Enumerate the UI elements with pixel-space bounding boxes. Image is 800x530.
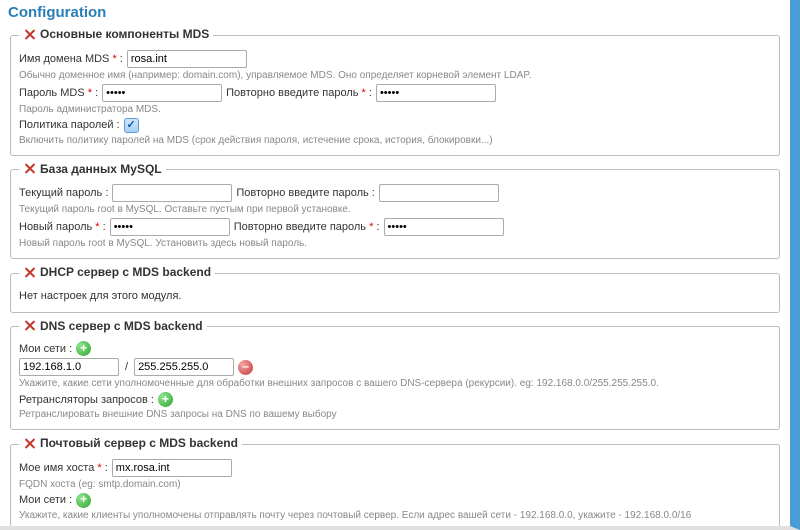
hint-mds-domain: Обычно доменное имя (например: domain.co… [19,70,771,82]
hint-dns-nets: Укажите, какие сети уполномоченные для о… [19,378,771,390]
section-mysql: База данных MySQL Текущий пароль : Повто… [10,162,780,260]
dhcp-empty-text: Нет настроек для этого модуля. [19,286,771,306]
legend-mds-core: Основные компоненты MDS [40,27,209,41]
label-mds-domain: Имя домена MDS * : [19,53,123,65]
label-mail-nets: Мои сети : [19,494,72,506]
hint-mysql-cur: Текущий пароль root в MySQL. Оставьте пу… [19,204,771,216]
page-title: Configuration [0,0,790,23]
add-icon[interactable] [76,493,91,508]
legend-dhcp: DHCP сервер с MDS backend [40,265,211,279]
hint-mds-pwd: Пароль администратора MDS. [19,104,771,116]
label-dns-nets: Мои сети : [19,343,72,355]
close-icon[interactable] [23,319,36,332]
section-dns: DNS сервер с MDS backend Мои сети : / Ук… [10,319,780,431]
label-pwd-policy: Политика паролей : [19,119,120,131]
label-mds-pwd-repeat: Повторно введите пароль * : [226,87,372,99]
checkbox-pwd-policy[interactable] [124,118,139,133]
input-mds-pwd-repeat[interactable] [376,84,496,102]
slash-separator: / [123,361,130,373]
input-mds-pwd[interactable] [102,84,222,102]
hint-pwd-policy: Включить политику паролей на MDS (срок д… [19,135,771,147]
section-mail: Почтовый сервер с MDS backend Мое имя хо… [10,436,780,530]
add-icon[interactable] [158,392,173,407]
label-mds-pwd: Пароль MDS * : [19,87,98,99]
label-mail-host: Мое имя хоста * : [19,462,108,474]
legend-mysql: База данных MySQL [40,162,162,176]
legend-dns: DNS сервер с MDS backend [40,319,203,333]
input-mysql-cur[interactable] [112,184,232,202]
input-mail-host[interactable] [112,459,232,477]
input-mds-domain[interactable] [127,50,247,68]
input-mysql-new-repeat[interactable] [384,218,504,236]
input-mysql-new[interactable] [110,218,230,236]
section-mds-core: Основные компоненты MDS Имя домена MDS *… [10,27,780,156]
close-icon[interactable] [23,28,36,41]
label-dns-relay: Ретрансляторы запросов : [19,394,154,406]
add-icon[interactable] [76,341,91,356]
label-mysql-new-repeat: Повторно введите пароль * : [234,221,380,233]
input-mysql-cur-repeat[interactable] [379,184,499,202]
legend-mail: Почтовый сервер с MDS backend [40,436,238,450]
section-dhcp: DHCP сервер с MDS backend Нет настроек д… [10,265,780,313]
label-mysql-new: Новый пароль * : [19,221,106,233]
remove-icon[interactable] [238,360,253,375]
hint-mysql-new: Новый пароль root в MySQL. Установить зд… [19,238,771,250]
input-dns-net-addr[interactable] [19,358,119,376]
close-icon[interactable] [23,266,36,279]
hint-mail-nets: Укажите, какие клиенты уполномочены отпр… [19,510,771,522]
input-dns-net-mask[interactable] [134,358,234,376]
close-icon[interactable] [23,162,36,175]
label-mysql-cur-repeat: Повторно введите пароль : [236,187,374,199]
label-mysql-cur: Текущий пароль : [19,187,108,199]
hint-mail-host: FQDN хоста (eg: smtp.domain.com) [19,479,771,491]
close-icon[interactable] [23,437,36,450]
hint-dns-relay: Ретранслировать внешние DNS запросы на D… [19,409,771,421]
